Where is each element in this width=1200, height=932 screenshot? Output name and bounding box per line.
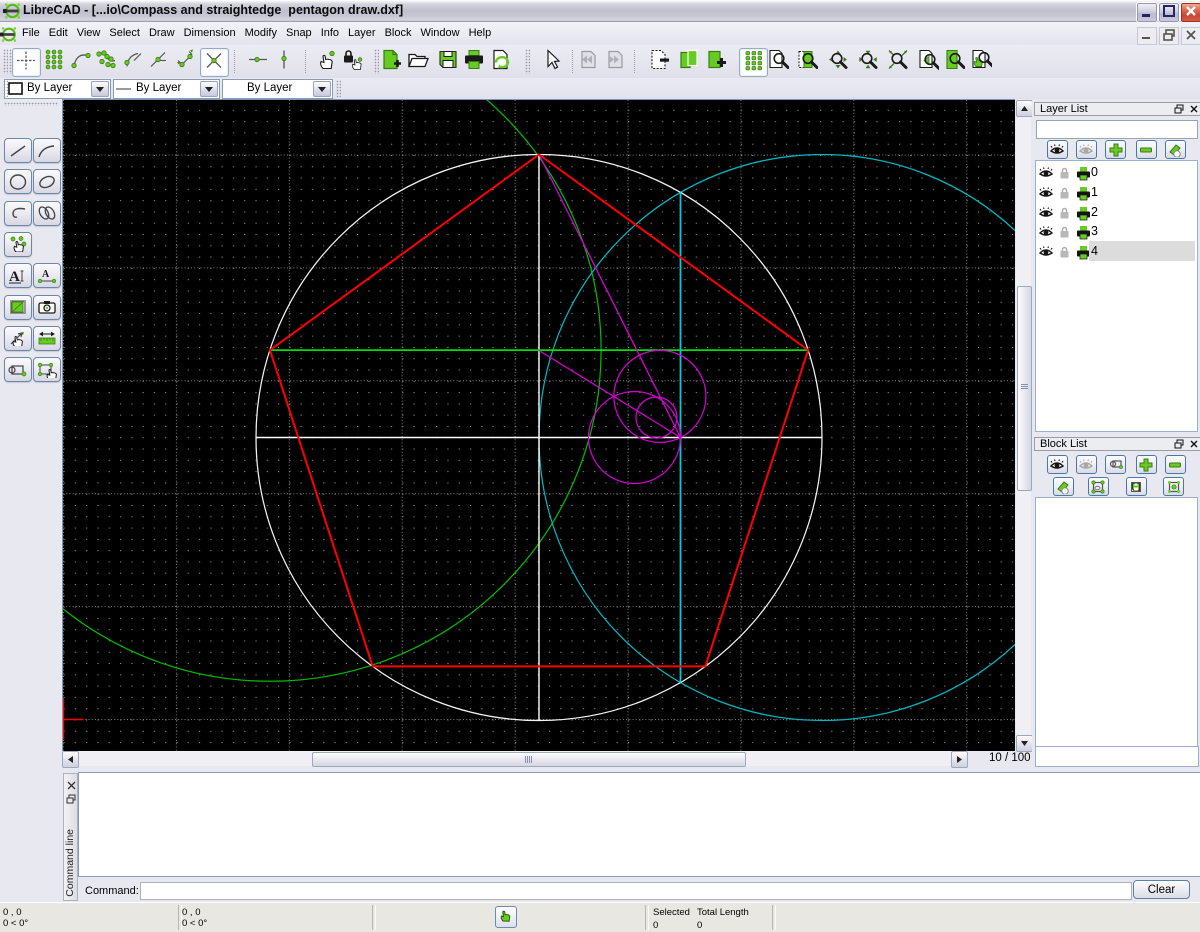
svg-text:A: A — [42, 269, 50, 280]
svg-text:A: A — [9, 269, 20, 284]
